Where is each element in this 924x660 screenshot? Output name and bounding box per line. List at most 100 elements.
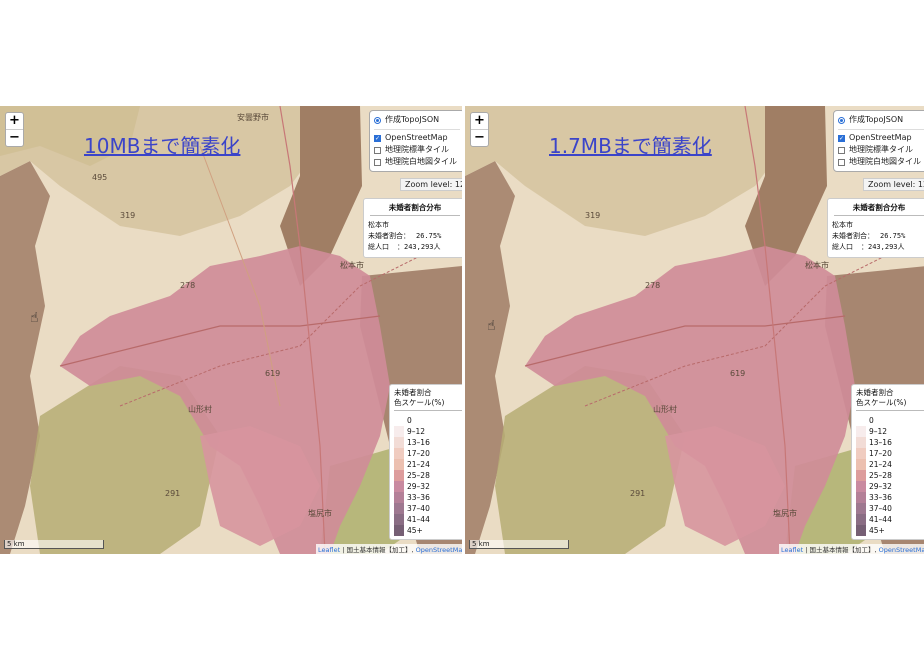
- road-label-619: 619: [730, 369, 745, 378]
- info-pop: 総人口 ：243,293人: [368, 243, 441, 251]
- attribution-gsi: | 国土基本情報【加工】,: [803, 546, 879, 554]
- zoom-control: + −: [5, 112, 24, 147]
- legend-row: 45+: [856, 525, 924, 536]
- legend-swatch: [394, 426, 404, 437]
- legend-title: 未婚者割合 色スケール(%): [394, 388, 462, 411]
- legend-title-line1: 未婚者割合: [394, 388, 432, 397]
- layer-label: 作成TopoJSON: [385, 115, 440, 124]
- legend-swatch: [394, 492, 404, 503]
- legend-row: 21–24: [856, 459, 924, 470]
- legend-row: 29–32: [394, 481, 462, 492]
- checkbox-icon[interactable]: [374, 158, 381, 166]
- info-pop-value: 243,293人: [404, 243, 441, 251]
- legend-row: 25–28: [394, 470, 462, 481]
- map-label-yamagata: 山形村: [188, 404, 212, 414]
- leaflet-link[interactable]: Leaflet: [781, 546, 803, 554]
- layer-radio-topojson[interactable]: 作成TopoJSON: [374, 114, 460, 126]
- legend-row: 25–28: [856, 470, 924, 481]
- legend-label: 17–20: [869, 449, 892, 458]
- info-pop-label: 総人口: [368, 243, 389, 251]
- radio-icon[interactable]: [838, 116, 845, 124]
- legend-row: 9–12: [394, 426, 462, 437]
- info-ratio-value: 26.75%: [416, 232, 442, 240]
- legend-title-line2: 色スケール(%): [394, 398, 445, 407]
- zoom-in-button[interactable]: +: [6, 113, 23, 129]
- hand-cursor-icon: ☝: [487, 318, 496, 334]
- legend-label: 0: [407, 416, 412, 425]
- legend-row: 29–32: [856, 481, 924, 492]
- legend-label: 13–16: [869, 438, 892, 447]
- checkbox-checked-icon[interactable]: ✓: [838, 134, 845, 142]
- layer-check-osm[interactable]: ✓ OpenStreetMap: [838, 132, 924, 144]
- legend-swatch: [856, 503, 866, 514]
- legend-row: 41–44: [856, 514, 924, 525]
- map-label-shiojiri: 塩尻市: [308, 508, 332, 518]
- info-ratio: 未婚者割合： 26.75%: [368, 232, 442, 240]
- layer-check-gsi-blank[interactable]: 地理院白地図タイル: [374, 156, 460, 168]
- legend-row: 17–20: [856, 448, 924, 459]
- info-pop-label: 総人口: [832, 243, 853, 251]
- legend-label: 33–36: [869, 493, 892, 502]
- leaflet-link[interactable]: Leaflet: [318, 546, 340, 554]
- checkbox-icon[interactable]: [838, 146, 845, 154]
- legend-swatch: [856, 415, 866, 426]
- legend-swatch: [394, 525, 404, 536]
- legend-label: 41–44: [407, 515, 430, 524]
- legend-label: 41–44: [869, 515, 892, 524]
- info-box: 未婚者割合分布 松本市 未婚者割合： 26.75% 総人口 ：243,293人: [827, 198, 924, 258]
- zoom-out-button[interactable]: −: [471, 129, 488, 146]
- legend-label: 13–16: [407, 438, 430, 447]
- info-city: 松本市: [368, 221, 389, 229]
- map-label-matsumoto: 松本市: [805, 260, 829, 270]
- layer-check-gsi-blank[interactable]: 地理院白地図タイル: [838, 156, 924, 168]
- legend-label: 9–12: [869, 427, 888, 436]
- zoom-in-button[interactable]: +: [471, 113, 488, 129]
- zoom-out-button[interactable]: −: [6, 129, 23, 146]
- legend-swatch: [394, 415, 404, 426]
- legend-label: 17–20: [407, 449, 430, 458]
- layer-radio-topojson[interactable]: 作成TopoJSON: [838, 114, 924, 126]
- zoom-level-label: Zoom level: 12: [863, 178, 924, 191]
- hand-cursor-icon: ☝: [30, 310, 39, 326]
- zoom-level-label: Zoom level: 12: [400, 178, 462, 191]
- road-label-619: 619: [265, 369, 280, 378]
- osm-link[interactable]: OpenStreetMap: [879, 546, 924, 554]
- road-label-495: 495: [92, 173, 107, 182]
- legend-row: 37–40: [856, 503, 924, 514]
- legend-label: 9–12: [407, 427, 426, 436]
- legend-title-line1: 未婚者割合: [856, 388, 894, 397]
- road-label-319: 319: [585, 211, 600, 220]
- legend-label: 45+: [869, 526, 885, 535]
- checkbox-icon[interactable]: [838, 158, 845, 166]
- info-city: 松本市: [832, 221, 853, 229]
- legend: 未婚者割合 色スケール(%) 0 9–12 13–16 17–20 21–24 25–28…: [851, 384, 924, 540]
- layer-label: 地理院標準タイル: [385, 145, 449, 154]
- layer-control: 作成TopoJSON ✓ OpenStreetMap 地理院標準タイル 地理院白…: [833, 110, 924, 172]
- legend-swatch: [394, 481, 404, 492]
- map-panel-left[interactable]: 安曇野市 松本市 山形村 塩尻市 495 319 278 619 291 + −…: [0, 106, 462, 554]
- layer-check-gsi-std[interactable]: 地理院標準タイル: [374, 144, 460, 156]
- legend-label: 0: [869, 416, 874, 425]
- legend-row: 33–36: [856, 492, 924, 503]
- legend-title-line2: 色スケール(%): [856, 398, 907, 407]
- checkbox-icon[interactable]: [374, 146, 381, 154]
- layer-label: 作成TopoJSON: [849, 115, 904, 124]
- layer-check-osm[interactable]: ✓ OpenStreetMap: [374, 132, 460, 144]
- legend-row: 0: [394, 415, 462, 426]
- map-panel-right[interactable]: 松本市 山形村 塩尻市 319 278 619 291 + − 1.7MBまで簡…: [465, 106, 924, 554]
- layer-label: 地理院白地図タイル: [849, 157, 921, 166]
- info-ratio-label: 未婚者割合: [832, 232, 867, 240]
- legend-rows: 0 9–12 13–16 17–20 21–24 25–28 29–32 33–36 37–40…: [394, 415, 462, 536]
- legend-swatch: [856, 426, 866, 437]
- attribution-gsi: | 国土基本情報【加工】,: [340, 546, 416, 554]
- osm-link[interactable]: OpenStreetMap: [416, 546, 462, 554]
- layer-check-gsi-std[interactable]: 地理院標準タイル: [838, 144, 924, 156]
- checkbox-checked-icon[interactable]: ✓: [374, 134, 381, 142]
- info-ratio-value: 26.75%: [880, 232, 906, 240]
- radio-icon[interactable]: [374, 116, 381, 124]
- info-title: 未婚者割合分布: [834, 202, 924, 216]
- legend-title: 未婚者割合 色スケール(%): [856, 388, 924, 411]
- info-pop-value: 243,293人: [868, 243, 905, 251]
- panel-title: 10MBまで簡素化: [84, 134, 241, 158]
- info-ratio: 未婚者割合： 26.75%: [832, 232, 906, 240]
